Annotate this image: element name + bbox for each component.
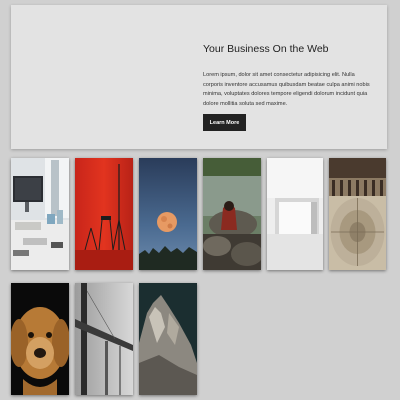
gallery-photo-red-wall[interactable] bbox=[75, 158, 133, 270]
gallery-photo-moon[interactable] bbox=[139, 158, 197, 270]
gallery-photo-mountain[interactable] bbox=[139, 283, 197, 395]
gallery-photo-river[interactable] bbox=[203, 158, 261, 270]
gallery-photo-dog[interactable] bbox=[11, 283, 69, 395]
hero-banner: Your Business On the Web Lorem ipsum, do… bbox=[11, 5, 387, 149]
hero-title: Your Business On the Web bbox=[203, 43, 329, 55]
gallery-photo-bridge[interactable] bbox=[75, 283, 133, 395]
gallery-photo-white-room[interactable] bbox=[267, 158, 323, 270]
learn-more-button[interactable]: Learn More bbox=[203, 114, 246, 131]
gallery-photo-desk[interactable] bbox=[11, 158, 69, 270]
gallery-photo-courtyard[interactable] bbox=[329, 158, 386, 270]
hero-description: Lorem ipsum, dolor sit amet consectetur … bbox=[203, 72, 370, 107]
